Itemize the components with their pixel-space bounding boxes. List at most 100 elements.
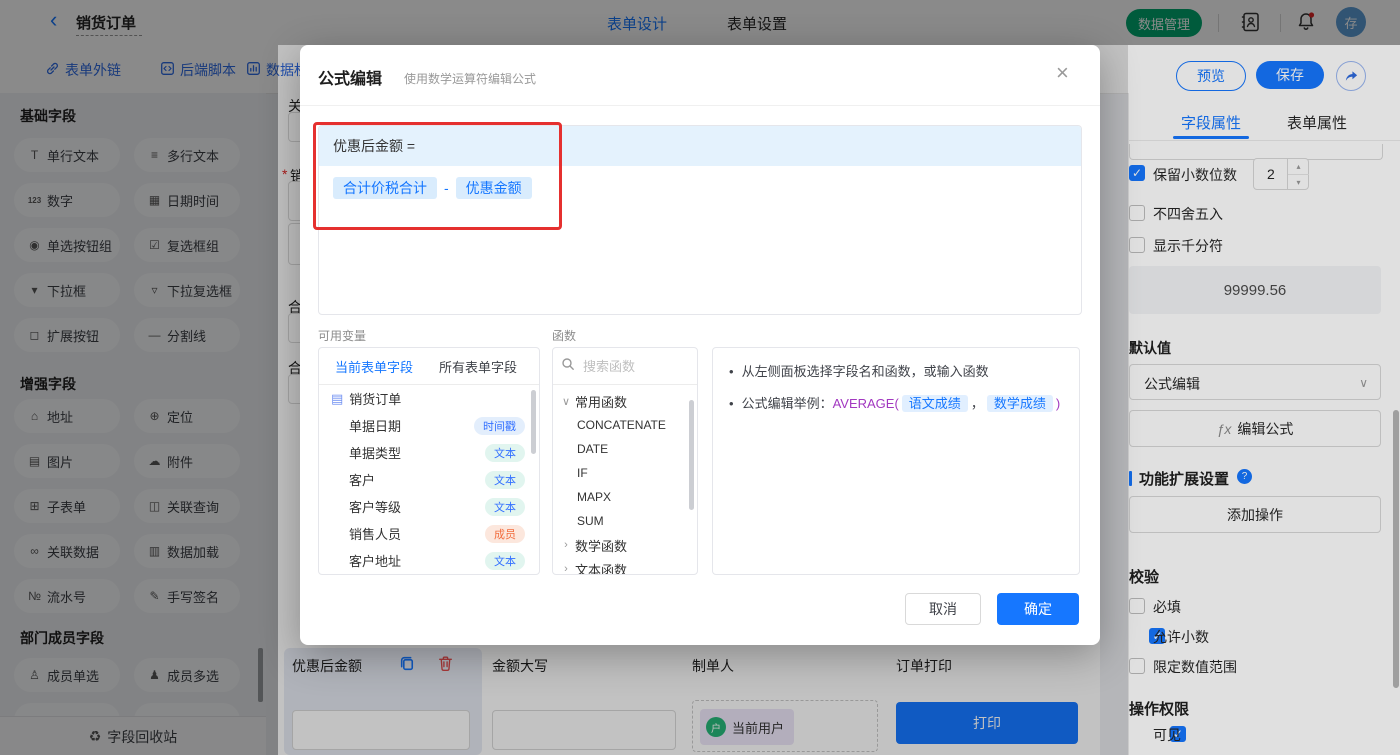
stepper-up-icon[interactable]: ▴	[1288, 159, 1309, 175]
field-item-serial-number[interactable]: №流水号	[14, 579, 120, 613]
copy-field-icon[interactable]	[398, 654, 417, 678]
value-range-checkbox[interactable]	[1129, 658, 1145, 674]
discount-amount-input[interactable]	[292, 710, 470, 750]
validation-title: 校验	[1129, 566, 1159, 587]
field-item-radio-group[interactable]: ◉单选按钮组	[14, 228, 120, 262]
formula-operand-chip[interactable]: 合计价税合计	[333, 177, 437, 199]
stepper-down-icon[interactable]: ▾	[1288, 175, 1309, 190]
visible-label: 可见	[1153, 725, 1181, 745]
function-search-input[interactable]	[581, 358, 685, 375]
user-avatar-icon: 户	[706, 717, 726, 737]
function-item[interactable]: SUM	[553, 509, 697, 533]
field-item-image[interactable]: ▤图片	[14, 444, 120, 478]
function-group-text[interactable]: ›文本函数	[553, 557, 697, 575]
functions-scrollbar-thumb[interactable]	[689, 400, 694, 510]
field-item-linked-query[interactable]: ◫关联查询	[134, 489, 240, 523]
field-item-datetime[interactable]: ▦日期时间	[134, 183, 240, 217]
confirm-button[interactable]: 确定	[997, 593, 1079, 625]
formula-expression[interactable]: 合计价税合计-优惠金额	[319, 166, 1081, 210]
notification-bell-icon[interactable]	[1296, 10, 1316, 38]
preview-button[interactable]: 预览	[1176, 61, 1246, 91]
page-title[interactable]: 销货订单	[76, 12, 136, 33]
add-operation-button[interactable]: 添加操作	[1129, 496, 1381, 533]
delete-field-icon[interactable]	[436, 654, 455, 678]
variable-row[interactable]: 客户地址文本	[319, 547, 539, 574]
back-icon[interactable]: ‹	[50, 9, 57, 31]
variable-row[interactable]: 销售人员成员	[319, 520, 539, 547]
calendar-icon: ▦	[146, 193, 163, 207]
current-user-chip[interactable]: 户 当前用户	[700, 709, 794, 745]
required-checkbox[interactable]	[1129, 598, 1145, 614]
permission-title: 操作权限	[1129, 698, 1189, 719]
variable-row[interactable]: 客户等级文本	[319, 493, 539, 520]
function-search[interactable]	[553, 348, 697, 385]
field-item-subform[interactable]: ⊞子表单	[14, 489, 120, 523]
modal-title: 公式编辑	[318, 65, 382, 89]
variable-tree-root[interactable]: ▤ 销货订单	[319, 385, 539, 412]
formula-editor[interactable]: 优惠后金额 = 合计价税合计-优惠金额	[318, 125, 1082, 315]
cancel-button[interactable]: 取消	[905, 593, 981, 625]
function-item[interactable]: CONCATENATE	[553, 413, 697, 437]
function-item[interactable]: MAPX	[553, 485, 697, 509]
tab-form-settings[interactable]: 表单设置	[727, 13, 787, 34]
data-manage-button[interactable]: 数据管理	[1126, 9, 1202, 37]
type-badge-member: 成员	[485, 525, 525, 543]
function-item[interactable]: IF	[553, 461, 697, 485]
variable-row[interactable]: 单据类型文本	[319, 439, 539, 466]
field-item-attachment[interactable]: ☁附件	[134, 444, 240, 478]
variable-row-partial	[319, 574, 539, 575]
tab-current-form-fields[interactable]: 当前表单字段	[335, 357, 413, 376]
thousand-separator-checkbox[interactable]	[1129, 237, 1145, 253]
field-item-number[interactable]: 123数字	[14, 183, 120, 217]
default-value-select[interactable]: 公式编辑 ∨	[1129, 364, 1381, 400]
close-icon[interactable]: ×	[1056, 63, 1069, 83]
help-icon[interactable]: ?	[1237, 469, 1252, 484]
decimal-places-checkbox[interactable]	[1129, 165, 1145, 181]
link-icon	[45, 61, 60, 79]
function-item[interactable]: DATE	[553, 437, 697, 461]
field-item-dropdown[interactable]: ▾下拉框	[14, 273, 120, 307]
field-item-member-multi[interactable]: ♟成员多选	[134, 658, 240, 692]
field-item-data-load[interactable]: ▥数据加载	[134, 534, 240, 568]
amount-in-words-input[interactable]	[492, 710, 676, 750]
variables-scrollbar-thumb[interactable]	[531, 390, 536, 454]
sidebar-scrollbar-thumb[interactable]	[258, 648, 263, 702]
share-button[interactable]	[1336, 61, 1366, 91]
formula-operand-chip[interactable]: 优惠金额	[456, 177, 532, 199]
user-avatar[interactable]: 存	[1336, 7, 1366, 37]
field-recycle-bin[interactable]: ♻ 字段回收站	[0, 716, 266, 755]
field-item-multi-dropdown[interactable]: ▿下拉复选框	[134, 273, 240, 307]
field-item-member-single[interactable]: ♙成员单选	[14, 658, 120, 692]
field-item-divider[interactable]: ―分割线	[134, 318, 240, 352]
print-button[interactable]: 打印	[896, 702, 1078, 744]
decimal-places-stepper[interactable]: 2 ▴ ▾	[1253, 158, 1309, 190]
formula-edit-modal: 公式编辑 使用数学运算符编辑公式 × 优惠后金额 = 合计价税合计-优惠金额 可…	[300, 45, 1100, 645]
functions-section-label: 函数	[552, 327, 576, 344]
contacts-icon[interactable]	[1240, 11, 1262, 38]
field-item-single-line-text[interactable]: T单行文本	[14, 138, 120, 172]
function-group-common[interactable]: ∨常用函数	[553, 389, 697, 413]
save-button[interactable]: 保存	[1256, 61, 1324, 89]
panel-scrollbar-thumb[interactable]	[1393, 410, 1399, 688]
variable-row[interactable]: 单据日期时间戳	[319, 412, 539, 439]
formula-operator[interactable]: -	[444, 180, 449, 196]
field-item-linked-data[interactable]: ∞关联数据	[14, 534, 120, 568]
field-item-signature[interactable]: ✎手写签名	[134, 579, 240, 613]
function-group-math[interactable]: ›数学函数	[553, 533, 697, 557]
edit-formula-button[interactable]: ƒx 编辑公式	[1129, 410, 1381, 447]
field-item-checkbox-group[interactable]: ☑复选框组	[134, 228, 240, 262]
no-rounding-checkbox[interactable]	[1129, 205, 1145, 221]
tab-all-form-fields[interactable]: 所有表单字段	[439, 357, 517, 376]
dropdown-icon: ▾	[26, 283, 43, 297]
tab-form-design[interactable]: 表单设计	[607, 13, 667, 34]
tab-form-properties[interactable]: 表单属性	[1287, 112, 1347, 133]
field-item-address[interactable]: ⌂地址	[14, 399, 120, 433]
tab-field-properties[interactable]: 字段属性	[1181, 112, 1241, 133]
field-item-multi-line-text[interactable]: ≡多行文本	[134, 138, 240, 172]
backend-script-button[interactable]: 后端脚本	[160, 60, 236, 80]
form-external-link-button[interactable]: 表单外链	[45, 60, 121, 80]
field-item-location[interactable]: ⊕定位	[134, 399, 240, 433]
document-maker-box[interactable]: 户 当前用户	[692, 700, 878, 752]
field-item-extend-button[interactable]: ◻扩展按钮	[14, 318, 120, 352]
variable-row[interactable]: 客户文本	[319, 466, 539, 493]
